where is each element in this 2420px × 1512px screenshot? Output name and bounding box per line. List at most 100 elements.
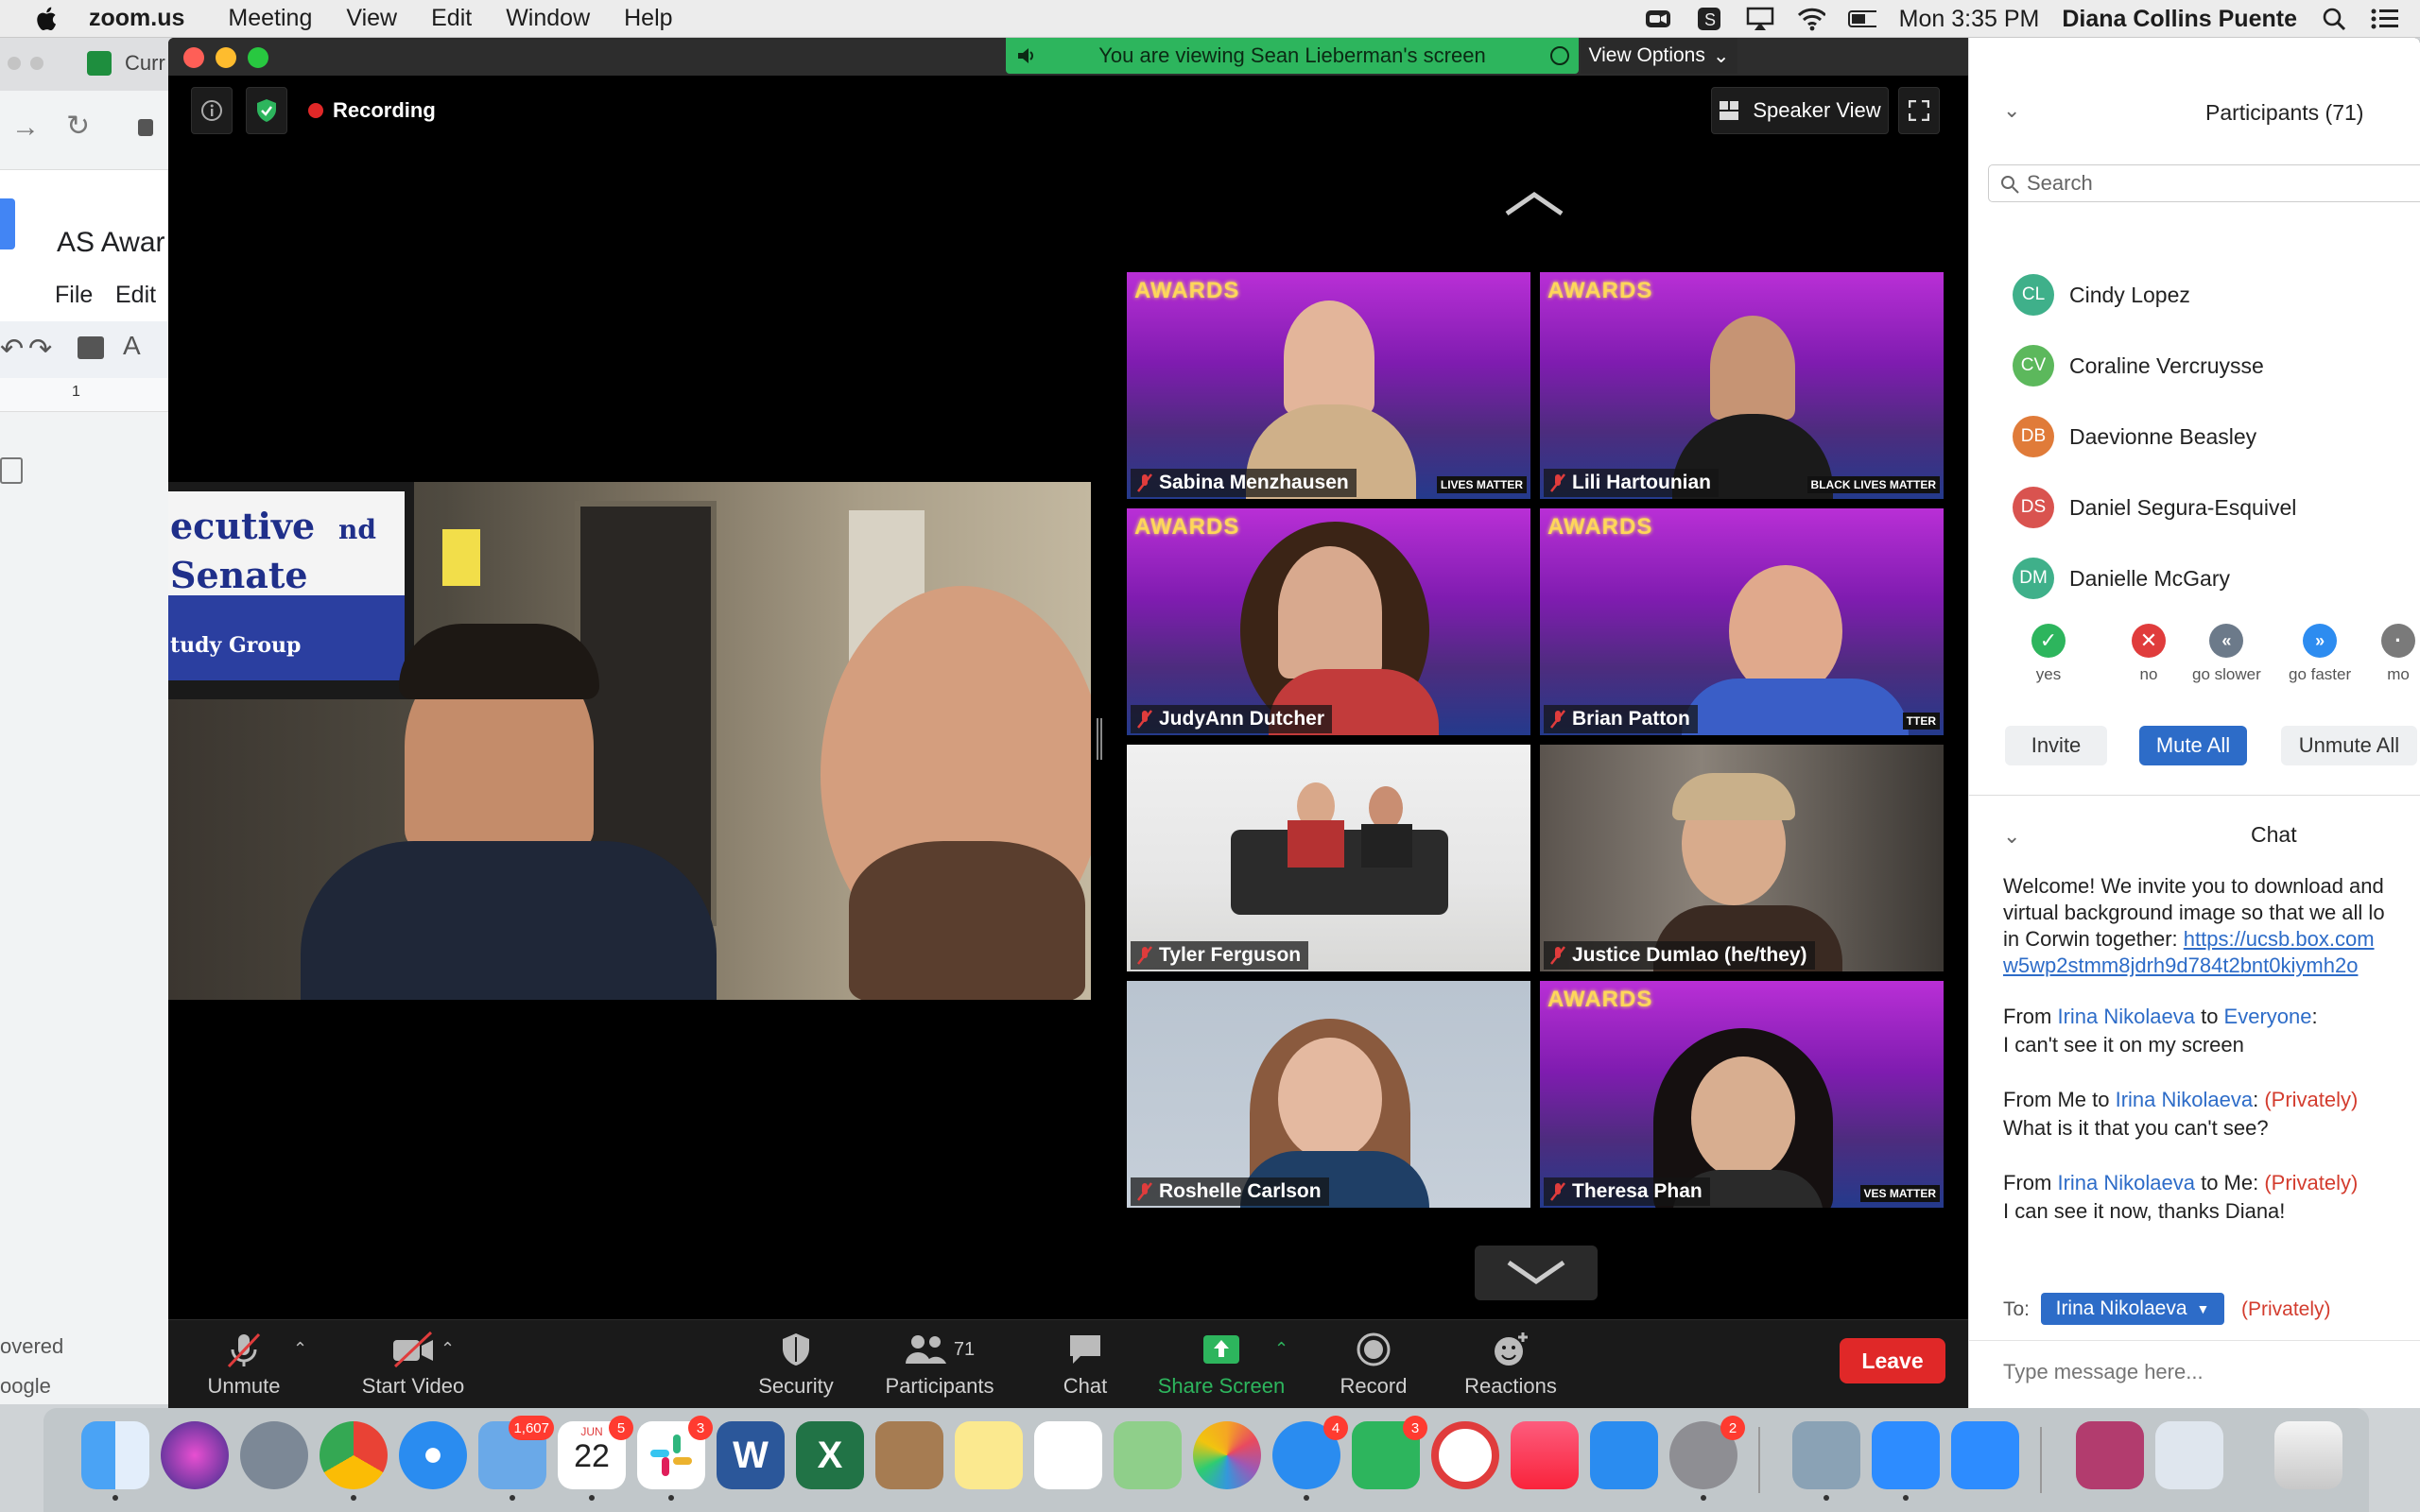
feedback-more-button[interactable]: · mo [2381,624,2415,684]
mute-all-button[interactable]: Mute All [2139,726,2247,765]
docs-title[interactable]: AS Awar [57,227,165,259]
share-options-caret-icon[interactable]: ⌃ [1274,1339,1288,1359]
feedback-faster-button[interactable]: » go faster [2289,624,2351,684]
leave-button[interactable]: Leave [1840,1338,1945,1383]
feedback-no-button[interactable]: ✕ no [2132,624,2166,684]
chrome-icon[interactable] [320,1421,388,1501]
menu-edit[interactable]: Edit [431,5,472,32]
participant-row[interactable]: DS Daniel Segura-Esquivel [2013,485,2296,530]
notes-icon[interactable] [955,1421,1023,1489]
reload-icon[interactable]: ↻ [66,110,90,143]
streamlabs-icon[interactable]: S [1695,6,1723,32]
reminders-icon[interactable] [1034,1421,1102,1489]
word-icon[interactable]: W [717,1421,785,1489]
chat-sender[interactable]: Irina Nikolaeva [2057,1171,2195,1194]
video-tile[interactable]: AWARDS LIVES MATTER Sabina Menzhausen [1127,272,1530,499]
video-tile[interactable]: AWARDS JudyAnn Dutcher [1127,508,1530,735]
record-button[interactable]: Record [1333,1320,1414,1408]
slack-icon[interactable]: 3 [637,1416,713,1501]
wifi-icon[interactable] [1797,6,1825,32]
siri-icon[interactable] [161,1421,229,1489]
mail-icon[interactable]: 1,607 [478,1416,554,1501]
undo-icon[interactable]: ↶ [0,333,24,366]
participants-button[interactable]: 71 Participants [875,1320,1004,1408]
close-window-button[interactable] [183,47,204,68]
browser-tab-label[interactable]: Curr [125,51,165,76]
print-icon[interactable] [78,336,104,359]
zoom-app-icon[interactable] [1872,1421,1940,1501]
chat-button[interactable]: Chat [1047,1320,1123,1408]
excel-icon[interactable]: X [796,1421,864,1489]
trash-icon[interactable] [2274,1421,2342,1489]
invite-button[interactable]: Invite [2005,726,2107,765]
participant-row[interactable]: CL Cindy Lopez [2013,272,2190,318]
preview-icon[interactable] [1792,1421,1860,1501]
chat-sender[interactable]: Irina Nikolaeva [2057,1005,2195,1028]
battery-icon[interactable] [1847,6,1876,32]
menubar-clock[interactable]: Mon 3:35 PM [1899,6,2040,33]
feedback-slower-button[interactable]: « go slower [2192,624,2261,684]
zoom-app-icon[interactable] [1951,1421,2019,1489]
window-control[interactable] [8,57,21,70]
stack-thumbnail-icon[interactable] [2155,1421,2223,1489]
video-tile[interactable]: AWARDS TTER Brian Patton [1540,508,1944,735]
chat-link[interactable]: https://ucsb.box.com [2184,927,2375,951]
collapse-chat-chevron-icon[interactable]: ⌄ [2003,824,2020,849]
apple-icon[interactable] [32,4,62,34]
chat-recipient-select[interactable]: Irina Nikolaeva ▼ [2041,1293,2224,1325]
minimize-window-button[interactable] [216,47,236,68]
menu-view[interactable]: View [346,5,397,32]
safari-icon[interactable] [399,1421,467,1489]
feedback-yes-button[interactable]: ✓ yes [2031,624,2066,684]
outline-icon[interactable] [0,457,23,484]
fullscreen-button[interactable] [1898,87,1940,134]
music-icon[interactable] [1511,1421,1579,1489]
photos-icon[interactable] [1193,1421,1261,1489]
view-options-button[interactable]: View Options ⌄ [1581,38,1737,74]
collapse-participants-chevron-icon[interactable]: ⌄ [2003,98,2020,123]
facetime-icon[interactable]: 3 [1352,1416,1427,1489]
meeting-info-button[interactable] [191,87,233,134]
video-tile[interactable]: AWARDS BLACK LIVES MATTER Lili Hartounia… [1540,272,1944,499]
chat-message-input[interactable] [2003,1353,2400,1391]
gallery-scroll-up-icon[interactable] [1503,189,1565,217]
audio-options-caret-icon[interactable]: ⌃ [293,1339,307,1359]
launchpad-icon[interactable] [240,1421,308,1489]
stack-thumbnail-icon[interactable] [2076,1421,2144,1489]
video-tile[interactable]: Roshelle Carlson [1127,981,1530,1208]
encryption-button[interactable] [246,87,287,134]
chat-recipient[interactable]: Everyone [2224,1005,2312,1028]
spellcheck-icon[interactable]: A [123,331,141,361]
notification-center-icon[interactable] [2371,6,2399,32]
gallery-scroll-down-button[interactable] [1475,1246,1598,1300]
video-tile[interactable]: Tyler Ferguson [1127,745,1530,971]
window-control[interactable] [30,57,43,70]
menubar-user[interactable]: Diana Collins Puente [2062,6,2297,33]
unmute-all-button[interactable]: Unmute All [2281,726,2417,765]
redo-icon[interactable]: ↷ [28,333,52,366]
start-video-button[interactable]: Start Video [335,1320,492,1408]
menu-meeting[interactable]: Meeting [228,5,312,32]
participant-row[interactable]: DM Danielle McGary [2013,556,2230,601]
speaker-view-button[interactable]: Speaker View [1711,87,1889,134]
news-icon[interactable] [1431,1421,1499,1489]
menu-app-name[interactable]: zoom.us [89,5,184,32]
maps-icon[interactable] [1114,1421,1182,1489]
contacts-icon[interactable] [875,1421,943,1489]
share-screen-button[interactable]: Share Screen [1151,1320,1291,1408]
video-tile[interactable]: Justice Dumlao (he/they) [1540,745,1944,971]
zoom-status-icon[interactable] [1644,6,1672,32]
unmute-button[interactable]: Unmute [189,1320,299,1408]
splitter-handle[interactable] [1097,718,1102,760]
video-tile[interactable]: AWARDS VES MATTER Theresa Phan [1540,981,1944,1208]
docs-menu-file[interactable]: File [55,282,93,309]
chat-link[interactable]: w5wp2stmm8jdrh9d784t2bnt0kiymh2o [2003,953,2358,979]
participant-row[interactable]: CV Coraline Vercruysse [2013,343,2264,388]
participants-search-input[interactable]: Search [1988,164,2420,202]
security-button[interactable]: Security [749,1320,843,1408]
menu-window[interactable]: Window [506,5,590,32]
finder-icon[interactable] [81,1421,149,1501]
messages-icon[interactable]: 4 [1272,1416,1348,1501]
stop-viewing-icon[interactable] [1550,46,1569,65]
airplay-icon[interactable] [1746,6,1774,32]
